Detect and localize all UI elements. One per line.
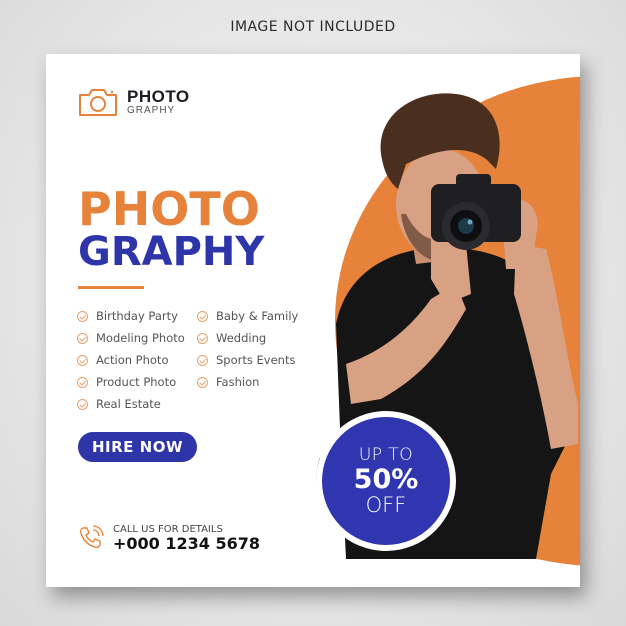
service-item: Real Estate	[77, 397, 161, 411]
service-item: Product Photo	[77, 375, 176, 389]
check-circle-icon	[197, 354, 208, 366]
service-label: Birthday Party	[96, 309, 178, 323]
logo-title: PHOTO	[127, 87, 190, 106]
service-label: Action Photo	[96, 353, 169, 367]
phone-icon	[79, 525, 104, 549]
service-label: Wedding	[216, 331, 267, 345]
service-item: Sports Events	[197, 353, 295, 367]
service-label: Fashion	[216, 375, 260, 389]
service-item: Wedding	[197, 331, 266, 345]
service-label: Baby & Family	[216, 309, 299, 323]
check-circle-icon	[197, 376, 208, 388]
headline: PHOTO GRAPHY	[78, 186, 264, 272]
offer-top-text: UP TO	[358, 444, 414, 465]
headline-line1: PHOTO	[78, 182, 260, 236]
logo-subtitle: GRAPHY	[127, 105, 176, 116]
camera-icon	[79, 89, 117, 116]
service-item: Modeling Photo	[77, 331, 185, 345]
headline-divider	[78, 286, 144, 289]
service-item: Baby & Family	[197, 309, 298, 323]
social-post-card: PHOTO GRAPHY PHOTO GRAPHY Birthday Party…	[46, 54, 580, 587]
brand-logo: PHOTO GRAPHY	[77, 86, 190, 118]
service-item: Fashion	[197, 375, 259, 389]
check-circle-icon	[77, 398, 88, 410]
check-circle-icon	[77, 376, 88, 388]
check-circle-icon	[77, 332, 88, 344]
contact-info: CALL US FOR DETAILS +000 1234 5678	[77, 524, 260, 553]
service-item: Action Photo	[77, 353, 168, 367]
service-label: Sports Events	[216, 353, 296, 367]
check-circle-icon	[197, 332, 208, 344]
offer-value: 50%	[353, 463, 419, 495]
check-circle-icon	[77, 354, 88, 366]
phone-number: +000 1234 5678	[113, 534, 261, 553]
headline-line2: GRAPHY	[78, 229, 265, 275]
service-label: Real Estate	[96, 397, 161, 411]
discount-badge: UP TO 50% OFF	[322, 417, 450, 545]
service-label: Modeling Photo	[96, 331, 185, 345]
check-circle-icon	[197, 310, 208, 322]
service-label: Product Photo	[96, 375, 177, 389]
watermark-text: IMAGE NOT INCLUDED	[230, 19, 396, 35]
service-item: Birthday Party	[77, 309, 178, 323]
check-circle-icon	[77, 310, 88, 322]
offer-bottom-text: OFF	[365, 492, 407, 517]
hire-now-button[interactable]: HIRE NOW	[78, 432, 197, 462]
